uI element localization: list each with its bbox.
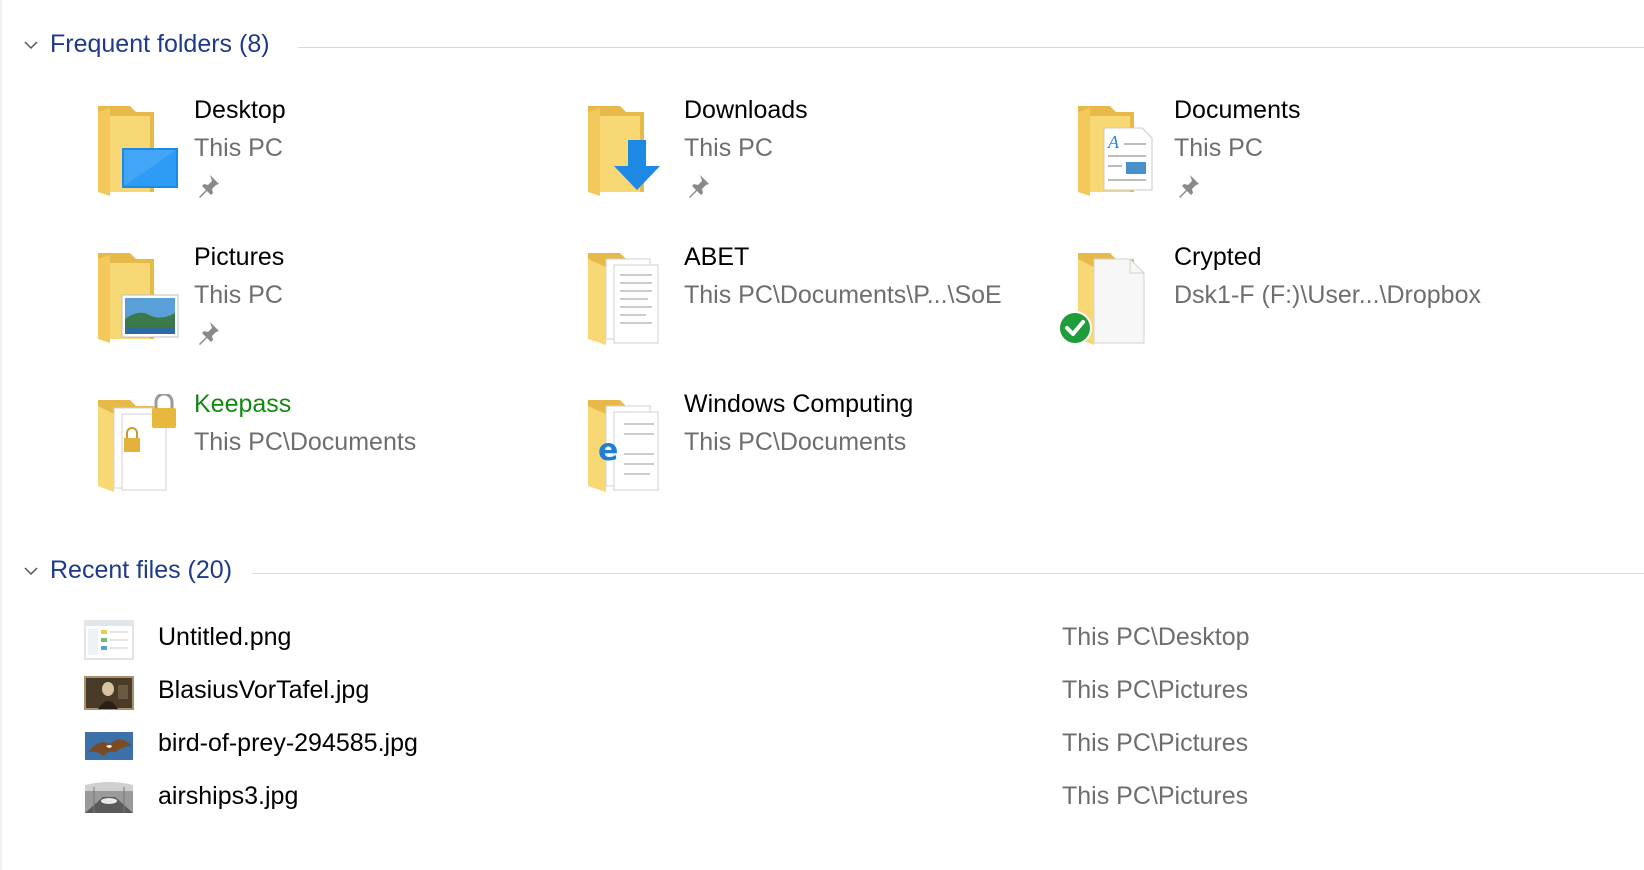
folder-name: ABET [684,243,750,271]
svg-text:e: e [598,433,618,468]
pin-icon [199,175,219,198]
folder-tile-pictures[interactable]: Pictures This PC [94,243,564,373]
folder-name: Crypted [1174,243,1262,271]
folder-location: Dsk1-F (F:)\User...\Dropbox [1174,281,1481,309]
chevron-down-icon[interactable] [22,36,40,54]
pin-icon [689,175,709,198]
section-divider [252,573,1644,574]
file-location: This PC\Desktop [1062,623,1250,651]
folder-name: Documents [1174,96,1301,124]
folder-location: This PC\Documents\P...\SoE [684,281,1002,309]
file-name: bird-of-prey-294585.jpg [158,729,418,757]
folder-location: This PC [194,134,283,162]
folder-location: This PC\Documents [684,428,907,456]
downloads-folder-icon [588,106,660,196]
frequent-folders-header[interactable]: Frequent folders (8) [0,26,1644,66]
photo-thumbnail [84,676,134,710]
recent-files-title: Recent files (20) [50,556,233,584]
file-location: This PC\Pictures [1062,782,1249,810]
pictures-folder-icon [98,253,179,343]
folder-tile-crypted[interactable]: Crypted Dsk1-F (F:)\User...\Dropbox [1058,243,1544,373]
file-name: airships3.jpg [158,782,299,810]
pin-icon [199,322,219,345]
folder-name: Desktop [194,96,286,124]
list-item[interactable]: airships3.jpg This PC\Pictures [84,774,1564,824]
sync-ok-icon [1058,311,1092,345]
list-item[interactable]: bird-of-prey-294585.jpg This PC\Pictures [84,721,1564,771]
folder-location: This PC\Documents [194,428,417,456]
folder-tile-keepass[interactable]: Keepass This PC\Documents [94,390,564,520]
frequent-folders-title: Frequent folders (8) [50,30,270,58]
folder-with-documents-icon [588,253,659,345]
file-location: This PC\Pictures [1062,676,1249,704]
folder-name: Downloads [684,96,808,124]
folder-tile-desktop[interactable]: Desktop This PC [94,96,564,226]
folder-name: Pictures [194,243,285,271]
recent-files-header[interactable]: Recent files (20) [0,552,1644,592]
svg-text:A: A [1107,132,1120,152]
window-left-border [0,0,2,870]
folder-tile-documents[interactable]: A Documents This PC [1074,96,1544,226]
bird-photo-thumbnail [85,732,133,760]
screenshot-thumbnail [84,620,134,660]
file-location: This PC\Pictures [1062,729,1249,757]
folder-name: Keepass [194,390,292,418]
list-item[interactable]: BlasiusVorTafel.jpg This PC\Pictures [84,668,1564,718]
locked-folder-icon [98,394,176,492]
file-name: Untitled.png [158,623,292,651]
folder-tile-downloads[interactable]: Downloads This PC [584,96,1054,226]
hangar-photo-thumbnail [85,782,133,813]
folder-tile-windows-computing[interactable]: e Windows Computing This PC\Documents [584,390,1054,520]
folder-location: This PC [194,281,283,309]
list-item[interactable]: Untitled.png This PC\Desktop [84,615,1564,665]
folder-tile-abet[interactable]: ABET This PC\Documents\P...\SoE [584,243,1054,373]
folder-location: This PC [684,134,773,162]
section-divider [298,47,1644,48]
edge-folder-icon: e [588,400,659,492]
desktop-folder-icon [98,106,178,196]
documents-folder-icon: A [1078,106,1153,196]
pin-icon [1179,175,1199,198]
folder-location: This PC [1174,134,1263,162]
folder-name: Windows Computing [684,390,914,418]
chevron-down-icon[interactable] [22,562,40,580]
file-name: BlasiusVorTafel.jpg [158,676,370,704]
